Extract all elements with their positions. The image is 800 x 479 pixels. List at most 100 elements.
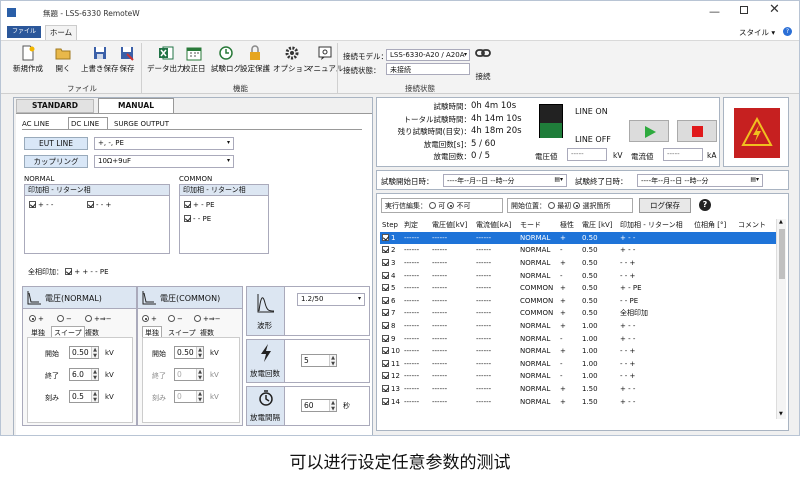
radio-icon[interactable] bbox=[573, 202, 581, 209]
table-row[interactable]: 1 ------ ------ ------ NORMAL +0.50 + - - bbox=[380, 231, 776, 245]
tab-standard[interactable]: STANDARD bbox=[16, 99, 94, 113]
minimize-icon[interactable]: — bbox=[709, 5, 720, 18]
checkbox-icon[interactable] bbox=[382, 246, 389, 254]
tab-home[interactable]: ホーム bbox=[45, 25, 77, 40]
end-time-field[interactable]: ----年--月--日 --時--分 ▤▾ bbox=[637, 174, 763, 187]
radio-icon[interactable] bbox=[57, 315, 64, 322]
column-header[interactable]: モード bbox=[518, 219, 558, 232]
polarity-minus-radio[interactable]: − bbox=[168, 315, 183, 323]
calibration-date-button[interactable]: 校正日 bbox=[183, 45, 206, 74]
checkbox-icon[interactable] bbox=[382, 322, 389, 330]
eut-line-select[interactable]: +, -, PE ▾ bbox=[94, 137, 234, 150]
table-row[interactable]: 9 ------ ------ ------ NORMAL - 1.00 + - - bbox=[380, 332, 776, 345]
open-button[interactable]: 開く bbox=[55, 45, 71, 74]
radio-icon[interactable] bbox=[447, 202, 455, 209]
checkbox-icon[interactable] bbox=[382, 259, 389, 267]
checkbox-icon[interactable] bbox=[382, 334, 389, 342]
column-header[interactable]: 電圧 [kV] bbox=[580, 219, 618, 232]
radio-icon[interactable] bbox=[29, 315, 36, 322]
discharge-count-spinner[interactable]: 5 ▲ ▼ bbox=[301, 354, 337, 367]
checkbox-icon[interactable] bbox=[382, 296, 389, 304]
connection-model-select[interactable]: LSS-6330-A20 / A20A ▾ bbox=[386, 49, 470, 61]
end-spinner[interactable]: 0 ▲ ▼ bbox=[174, 368, 204, 381]
checkbox-icon[interactable] bbox=[65, 268, 73, 275]
radio-icon[interactable] bbox=[429, 202, 437, 209]
help-icon[interactable]: ? bbox=[699, 199, 711, 211]
table-row[interactable]: 3 ------ ------ ------ NORMAL +0.50 - - + bbox=[380, 257, 776, 270]
end-spinner[interactable]: 6.0 ▲ ▼ bbox=[69, 368, 99, 381]
radio-icon[interactable] bbox=[85, 315, 92, 322]
table-row[interactable]: 8 ------ ------ ------ NORMAL +1.00 + - - bbox=[380, 320, 776, 333]
checkbox-icon[interactable] bbox=[29, 201, 36, 208]
stop-button[interactable] bbox=[677, 120, 717, 142]
waveform-select[interactable]: 1.2/50 ▾ bbox=[297, 293, 365, 306]
polarity-minus-radio[interactable]: − bbox=[57, 315, 72, 323]
checkbox-icon[interactable] bbox=[382, 233, 389, 241]
radio-icon[interactable] bbox=[168, 315, 175, 322]
edit-option-allow[interactable]: 可 bbox=[429, 202, 445, 210]
test-log-button[interactable]: 試験ログ bbox=[211, 45, 241, 74]
help-icon[interactable]: ? bbox=[783, 27, 792, 36]
start-time-field[interactable]: ----年--月--日 --時--分 ▤▾ bbox=[443, 174, 567, 187]
all-phase[interactable]: 全相印加： + + - - PE bbox=[28, 267, 109, 277]
polarity-plus-radio[interactable]: + bbox=[29, 315, 44, 323]
column-header[interactable]: 電圧値[kV] bbox=[430, 219, 474, 232]
scroll-up-icon[interactable]: ▲ bbox=[779, 219, 783, 225]
tab-manual[interactable]: MANUAL bbox=[98, 98, 174, 114]
column-header[interactable]: コメント bbox=[736, 219, 776, 232]
discharge-interval-spinner[interactable]: 60 ▲ ▼ bbox=[301, 399, 337, 412]
checkbox-icon[interactable] bbox=[184, 201, 191, 208]
polarity-plus-radio[interactable]: + bbox=[142, 315, 157, 323]
spinner-arrows-icon[interactable]: ▲ ▼ bbox=[91, 369, 98, 381]
subtab-ac-line[interactable]: AC LINE bbox=[22, 120, 49, 128]
checkbox-icon[interactable] bbox=[382, 397, 389, 405]
polarity-alt-radio[interactable]: +⇒− bbox=[85, 315, 112, 323]
table-row[interactable]: 14 ------ ------ ------ NORMAL +1.50 + - - bbox=[380, 395, 776, 408]
setting-protect-button[interactable]: 設定保護 bbox=[240, 45, 270, 74]
spinner-arrows-icon[interactable]: ▲ ▼ bbox=[196, 369, 203, 381]
step-spinner[interactable]: 0 ▲ ▼ bbox=[174, 390, 204, 403]
table-row[interactable]: 7 ------ ------ ------ COMMON +0.50 全相印加 bbox=[380, 307, 776, 320]
scrollbar-thumb[interactable] bbox=[779, 229, 785, 279]
normal-item[interactable]: + - - bbox=[29, 201, 53, 209]
table-row[interactable]: 4 ------ ------ ------ NORMAL - 0.50 - - + bbox=[380, 269, 776, 282]
table-row[interactable]: 13 ------ ------ ------ NORMAL +1.50 + - - bbox=[380, 383, 776, 396]
maximize-icon[interactable] bbox=[740, 6, 748, 14]
spinner-arrows-icon[interactable]: ▲ ▼ bbox=[91, 391, 98, 403]
checkbox-icon[interactable] bbox=[382, 284, 389, 292]
scroll-down-icon[interactable]: ▼ bbox=[779, 411, 783, 417]
data-output-button[interactable]: データ出力 bbox=[147, 45, 185, 74]
vertical-scrollbar[interactable]: ▲ ▼ bbox=[776, 219, 786, 419]
column-header[interactable]: 位相角 [°] bbox=[692, 219, 736, 232]
step-spinner[interactable]: 0.5 ▲ ▼ bbox=[69, 390, 99, 403]
common-item[interactable]: - - PE bbox=[184, 215, 211, 223]
style-menu[interactable]: スタイル ▾ bbox=[739, 27, 775, 38]
column-header[interactable]: Step bbox=[380, 219, 402, 232]
options-button[interactable]: オプション bbox=[273, 45, 311, 74]
spinner-arrows-icon[interactable]: ▲ ▼ bbox=[91, 347, 98, 359]
checkbox-icon[interactable] bbox=[184, 215, 191, 222]
table-row[interactable]: 6 ------ ------ ------ COMMON +0.50 - - PE bbox=[380, 295, 776, 308]
checkbox-icon[interactable] bbox=[382, 271, 389, 279]
checkbox-icon[interactable] bbox=[382, 372, 389, 380]
spinner-arrows-icon[interactable]: ▲ ▼ bbox=[196, 391, 203, 403]
checkbox-icon[interactable] bbox=[382, 359, 389, 367]
common-item[interactable]: + - PE bbox=[184, 201, 215, 209]
column-header[interactable]: 極性 bbox=[558, 219, 580, 232]
start-option-first[interactable]: 最初 bbox=[548, 202, 571, 210]
spinner-arrows-icon[interactable]: ▲ ▼ bbox=[329, 355, 336, 367]
new-button[interactable]: 新規作成 bbox=[13, 45, 43, 74]
calendar-dropdown-icon[interactable]: ▤▾ bbox=[750, 176, 759, 183]
start-spinner[interactable]: 0.50 ▲ ▼ bbox=[174, 346, 204, 359]
radio-icon[interactable] bbox=[548, 202, 556, 209]
table-row[interactable]: 5 ------ ------ ------ COMMON +0.50 + - PE bbox=[380, 282, 776, 295]
spinner-arrows-icon[interactable]: ▲ ▼ bbox=[196, 347, 203, 359]
radio-icon[interactable] bbox=[142, 315, 149, 322]
save-button[interactable]: 保存 bbox=[119, 45, 135, 74]
checkbox-icon[interactable] bbox=[87, 201, 94, 208]
radio-icon[interactable] bbox=[194, 315, 201, 322]
polarity-alt-radio[interactable]: +⇒− bbox=[194, 315, 221, 323]
checkbox-icon[interactable] bbox=[382, 385, 389, 393]
spinner-arrows-icon[interactable]: ▲ ▼ bbox=[329, 400, 336, 412]
tab-file[interactable]: ファイル bbox=[7, 26, 41, 38]
